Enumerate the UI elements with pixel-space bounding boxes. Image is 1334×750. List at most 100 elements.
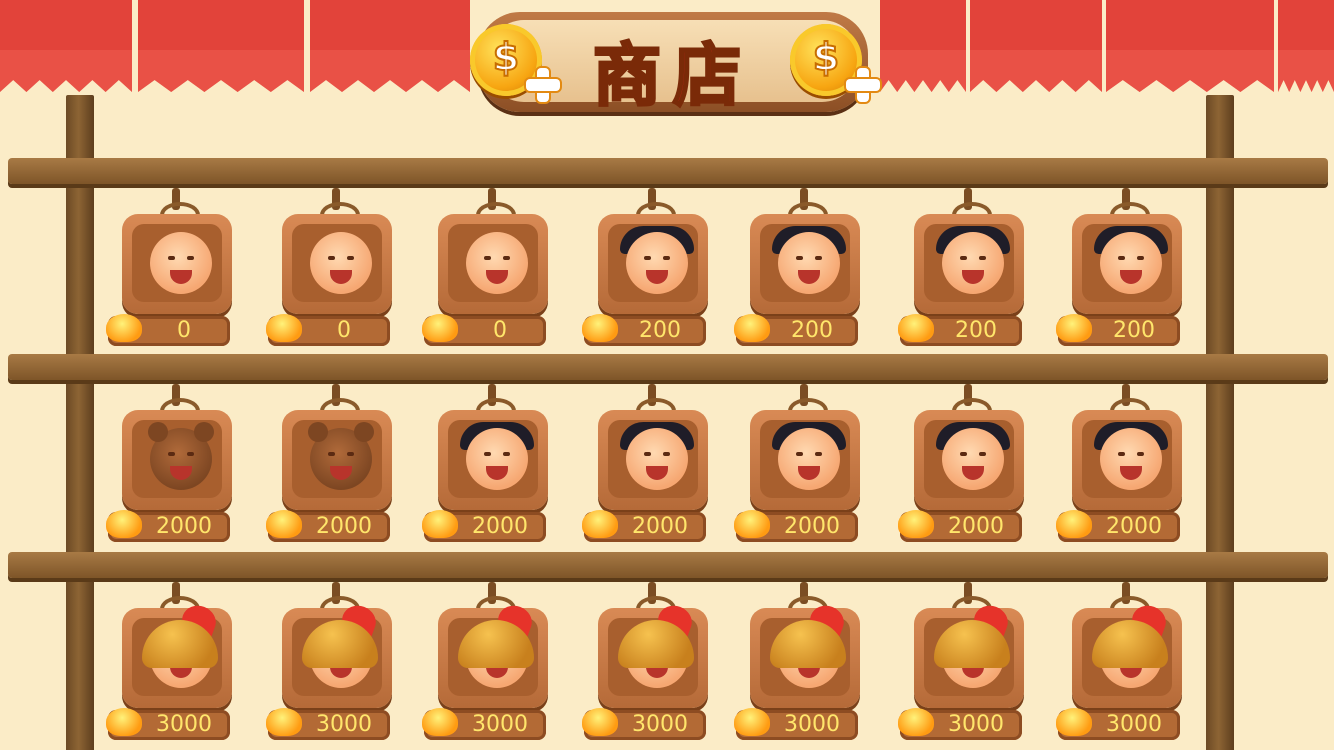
price-value: 2000: [316, 514, 372, 539]
shelf-board: [8, 552, 1328, 578]
shop-item[interactable]: 3000: [582, 582, 718, 750]
gold-ingot-icon: [106, 314, 142, 342]
black-hair-boy-portrait-icon: [778, 428, 840, 490]
price-value: 2000: [784, 514, 840, 539]
shop-item[interactable]: 0: [422, 188, 558, 358]
bald-kid-portrait-icon: [466, 232, 528, 294]
character-tag: [282, 214, 392, 314]
character-tag: [914, 214, 1024, 314]
black-hair-boy-portrait-icon: [626, 428, 688, 490]
character-tag: [598, 214, 708, 314]
shop-item[interactable]: 2000: [1056, 384, 1192, 554]
price-value: 2000: [948, 514, 1004, 539]
price-value: 200: [955, 318, 997, 343]
character-tag: [598, 410, 708, 510]
shop-item[interactable]: 3000: [422, 582, 558, 750]
price-value: 200: [1113, 318, 1155, 343]
bald-kid-portrait-icon: [150, 232, 212, 294]
price-value: 2000: [472, 514, 528, 539]
shop-item[interactable]: 2000: [898, 384, 1034, 554]
shop-item[interactable]: 0: [266, 188, 402, 358]
gold-ingot-icon: [582, 314, 618, 342]
shop-item[interactable]: 3000: [266, 582, 402, 750]
character-tag: [750, 410, 860, 510]
add-coins-button-right[interactable]: $: [790, 24, 880, 102]
awning-flap: [1278, 0, 1334, 92]
shop-screen: 商店 $ $ 0 0 0 200 200 200 200 2000 2000 2000 2000 20…: [0, 0, 1334, 750]
price-tag: 3000: [422, 708, 546, 740]
plus-icon: [846, 68, 880, 102]
gold-ingot-icon: [266, 314, 302, 342]
character-tag: [438, 410, 548, 510]
gold-ingot-icon: [898, 314, 934, 342]
shop-item[interactable]: 3000: [106, 582, 242, 750]
price-value: 3000: [316, 712, 372, 737]
bear-portrait-icon: [148, 422, 214, 490]
black-hair-boy-portrait-icon: [466, 428, 528, 490]
price-tag: 2000: [266, 510, 390, 542]
character-tag: [122, 214, 232, 314]
price-value: 3000: [632, 712, 688, 737]
awning-flap: [138, 0, 304, 92]
shop-item[interactable]: 200: [734, 188, 870, 358]
black-hair-boy-portrait-icon: [942, 428, 1004, 490]
price-value: 200: [791, 318, 833, 343]
gold-ingot-icon: [734, 510, 770, 538]
character-tag: [914, 410, 1024, 510]
pigtail-girl-portrait-icon: [778, 232, 840, 294]
shop-item[interactable]: 0: [106, 188, 242, 358]
price-tag: 200: [898, 314, 1022, 346]
price-tag: 0: [106, 314, 230, 346]
awning-flap: [1106, 0, 1274, 92]
plus-icon: [526, 68, 560, 102]
gold-ingot-icon: [734, 314, 770, 342]
shop-item[interactable]: 3000: [734, 582, 870, 750]
shop-item[interactable]: 2000: [422, 384, 558, 554]
shop-item[interactable]: 2000: [734, 384, 870, 554]
character-tag: [122, 410, 232, 510]
price-tag: 0: [266, 314, 390, 346]
shop-item[interactable]: 2000: [106, 384, 242, 554]
shop-item[interactable]: 3000: [898, 582, 1034, 750]
character-tag: [914, 601, 1024, 708]
gold-ingot-icon: [582, 510, 618, 538]
character-tag: [282, 410, 392, 510]
price-tag: 200: [1056, 314, 1180, 346]
pigtail-girl-portrait-icon: [942, 232, 1004, 294]
character-tag: [1072, 214, 1182, 314]
price-value: 3000: [156, 712, 212, 737]
gold-ingot-icon: [266, 708, 302, 736]
price-tag: 3000: [898, 708, 1022, 740]
price-value: 0: [337, 318, 351, 343]
bald-kid-portrait-icon: [310, 232, 372, 294]
character-tag: [438, 214, 548, 314]
price-value: 3000: [784, 712, 840, 737]
price-value: 200: [639, 318, 681, 343]
shop-item[interactable]: 200: [898, 188, 1034, 358]
character-tag: [1072, 601, 1182, 708]
awning-flap: [880, 0, 966, 92]
price-value: 2000: [156, 514, 212, 539]
price-value: 2000: [632, 514, 688, 539]
gold-ingot-icon: [1056, 314, 1092, 342]
shelf-board: [8, 158, 1328, 184]
character-tag: [122, 601, 232, 708]
gold-ingot-icon: [582, 708, 618, 736]
pigtail-girl-portrait-icon: [626, 232, 688, 294]
bear-portrait-icon: [308, 422, 374, 490]
price-tag: 200: [582, 314, 706, 346]
shop-item[interactable]: 2000: [266, 384, 402, 554]
shop-item[interactable]: 3000: [1056, 582, 1192, 750]
shop-item[interactable]: 2000: [582, 384, 718, 554]
right-post: [1206, 95, 1234, 750]
awning-flap: [970, 0, 1102, 92]
shop-item[interactable]: 200: [582, 188, 718, 358]
gold-ingot-icon: [106, 510, 142, 538]
awning-flap: [0, 0, 132, 92]
add-coins-button-left[interactable]: $: [470, 24, 560, 102]
gold-ingot-icon: [422, 314, 458, 342]
price-value: 0: [493, 318, 507, 343]
price-tag: 2000: [106, 510, 230, 542]
shop-item[interactable]: 200: [1056, 188, 1192, 358]
price-tag: 2000: [422, 510, 546, 542]
